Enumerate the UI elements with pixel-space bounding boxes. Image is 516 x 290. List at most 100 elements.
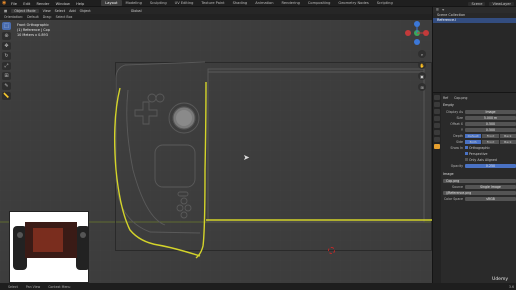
- cursor-tool-icon[interactable]: ⊕: [2, 32, 11, 40]
- axis-aligned-checkbox[interactable]: [465, 158, 468, 161]
- tool-tab-icon[interactable]: [434, 95, 440, 100]
- tab-layout[interactable]: Layout: [101, 0, 122, 6]
- side-back-button[interactable]: Back: [499, 139, 516, 145]
- offset-y-field[interactable]: 0.500: [465, 127, 516, 133]
- object-tab-icon[interactable]: [434, 130, 440, 135]
- annotate-tool-icon[interactable]: ✎: [2, 82, 11, 90]
- menu-help[interactable]: Help: [76, 2, 84, 6]
- 3d-viewport[interactable]: ⬚ ⊕ ✥ ↻ ⤢ ⊞ ✎ 📏 Front Orthographic (1) R…: [0, 20, 432, 283]
- mouse-cursor-icon: ➤: [243, 153, 250, 162]
- menu-file[interactable]: File: [11, 2, 17, 6]
- perspective-checkbox[interactable]: [465, 152, 468, 155]
- zoom-icon[interactable]: ⌕: [418, 50, 426, 58]
- display-as-dropdown[interactable]: Image: [465, 109, 516, 115]
- tab-uv-editing[interactable]: UV Editing: [171, 0, 198, 6]
- outliner-filter-icon[interactable]: ⏷: [442, 8, 445, 12]
- depth-options: Default Front Back: [465, 133, 516, 139]
- tab-texture-paint[interactable]: Texture Paint: [197, 0, 228, 6]
- colorspace-dropdown[interactable]: sRGB: [465, 196, 516, 202]
- offset-x-label: Offset X: [450, 122, 463, 126]
- transform-orientation[interactable]: Global: [131, 9, 142, 13]
- constraints-tab-icon[interactable]: [434, 137, 440, 142]
- drag-label: Drag:: [42, 15, 52, 19]
- size-field[interactable]: 5.000 m: [465, 115, 516, 121]
- source-dropdown[interactable]: Single Image: [465, 184, 516, 190]
- menu-select[interactable]: Select: [55, 9, 65, 13]
- output-tab-icon[interactable]: [434, 109, 440, 114]
- pan-icon[interactable]: ✋: [418, 61, 426, 69]
- tab-shading[interactable]: Shading: [229, 0, 252, 6]
- image-datablock[interactable]: Cop.png: [443, 178, 516, 184]
- tab-scripting[interactable]: Scripting: [373, 0, 397, 6]
- workspace-tabs: Layout Modeling Sculpting UV Editing Tex…: [101, 0, 396, 6]
- perspective-label: Perspective: [469, 152, 488, 156]
- status-select: Select: [8, 284, 18, 289]
- transform-tool-icon[interactable]: ⊞: [2, 72, 11, 80]
- orientation-dropdown[interactable]: Default: [27, 15, 39, 19]
- mode-selector[interactable]: Object Mode: [11, 8, 39, 13]
- tab-compositing[interactable]: Compositing: [304, 0, 335, 6]
- tab-animation[interactable]: Animation: [251, 0, 277, 6]
- blender-logo-icon[interactable]: ◉: [2, 0, 8, 6]
- depth-label: Depth: [453, 134, 463, 138]
- axis-gizmo-icon[interactable]: [404, 20, 430, 46]
- opacity-label: Opacity: [450, 164, 463, 168]
- camera-view-icon[interactable]: ▣: [418, 72, 426, 80]
- tab-modeling[interactable]: Modeling: [122, 0, 146, 6]
- depth-front-button[interactable]: Front: [482, 133, 499, 139]
- tab-sculpting[interactable]: Sculpting: [146, 0, 171, 6]
- stick-left-icon: [17, 232, 23, 238]
- properties-panel: Ref Cop.png Empty Display As Image Size …: [432, 92, 516, 284]
- scene-selector[interactable]: Scene: [468, 1, 486, 6]
- orientation-label: Orientation:: [4, 15, 24, 19]
- image-section-title[interactable]: Image: [443, 172, 516, 177]
- world-tab-icon[interactable]: [434, 123, 440, 128]
- scale-tool-icon[interactable]: ⤢: [2, 62, 11, 70]
- webcam-thumbnail: [9, 211, 89, 283]
- drag-dropdown[interactable]: Select Box: [56, 15, 73, 19]
- properties-tabs: [433, 93, 441, 284]
- breadcrumb: Ref Cop.png: [443, 95, 516, 101]
- depth-back-button[interactable]: Back: [499, 133, 516, 139]
- tab-geometry-nodes[interactable]: Geometry Nodes: [334, 0, 372, 6]
- menu-view[interactable]: View: [43, 9, 51, 13]
- active-object-info: (1) Reference | Cop: [17, 27, 50, 32]
- status-pan: Pan View: [25, 284, 41, 289]
- opacity-slider[interactable]: 0.250: [465, 163, 516, 169]
- size-label: Size: [456, 116, 463, 120]
- empty-section-title[interactable]: Empty: [443, 103, 516, 108]
- object-name: Ref: [443, 96, 449, 100]
- side-options: Both Front Back: [465, 139, 516, 145]
- menu-object[interactable]: Object: [80, 9, 91, 13]
- filepath-field[interactable]: //Reference.png: [443, 190, 516, 196]
- menu-window[interactable]: Window: [56, 2, 70, 6]
- render-tab-icon[interactable]: [434, 102, 440, 107]
- depth-default-button[interactable]: Default: [465, 133, 482, 139]
- perspective-toggle-icon[interactable]: ⊞: [418, 83, 426, 91]
- reference-object-row[interactable]: Reference.i: [433, 18, 516, 23]
- show-in-label: Show In: [450, 146, 463, 150]
- scene-tab-icon[interactable]: [434, 116, 440, 121]
- data-tab-icon[interactable]: [434, 144, 440, 149]
- editor-type-icon[interactable]: ▦: [4, 9, 7, 13]
- navigation-gizmo: ⌕ ✋ ▣ ⊞: [405, 20, 429, 91]
- offset-x-field[interactable]: 0.500: [465, 121, 516, 127]
- rotate-tool-icon[interactable]: ↻: [2, 52, 11, 60]
- move-tool-icon[interactable]: ✥: [2, 42, 11, 50]
- orthographic-label: Orthographic: [469, 146, 491, 150]
- tab-rendering[interactable]: Rendering: [278, 0, 304, 6]
- menu-add[interactable]: Add: [69, 9, 76, 13]
- 3d-cursor-icon[interactable]: [328, 247, 335, 254]
- orthographic-checkbox[interactable]: [465, 146, 468, 149]
- select-box-tool-icon[interactable]: ⬚: [2, 22, 11, 30]
- measure-tool-icon[interactable]: 📏: [2, 92, 11, 100]
- side-front-button[interactable]: Front: [482, 139, 499, 145]
- menu-render[interactable]: Render: [37, 2, 50, 6]
- view-layer-selector[interactable]: ViewLayer: [489, 1, 514, 6]
- outliner-icon[interactable]: ☰: [436, 8, 439, 12]
- version-label: 3.6: [508, 284, 514, 289]
- menu-edit[interactable]: Edit: [23, 2, 30, 6]
- side-both-button[interactable]: Both: [465, 139, 482, 145]
- source-label: Source: [452, 185, 463, 189]
- status-context-menu: Context Menu: [48, 284, 71, 289]
